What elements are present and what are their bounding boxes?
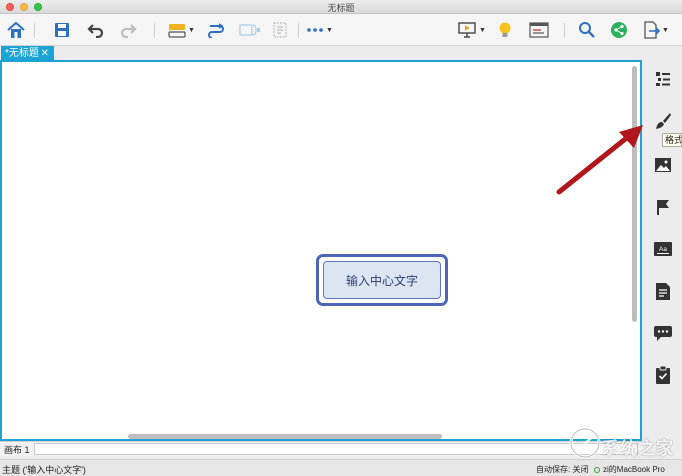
window-title: 无标题 bbox=[327, 3, 355, 13]
boundary-button[interactable] bbox=[272, 20, 290, 40]
summary-button[interactable] bbox=[239, 20, 261, 40]
status-autosave[interactable]: 自动保存: 关闭 bbox=[536, 464, 588, 475]
image-icon bbox=[655, 158, 671, 172]
paintbrush-icon bbox=[656, 113, 671, 129]
status-topic: 主题 ('输入中心文字') bbox=[2, 465, 86, 475]
mindmap-canvas[interactable]: 输入中心文字 bbox=[0, 60, 642, 441]
central-topic-label: 输入中心文字 bbox=[323, 261, 441, 299]
style-panel-button[interactable]: Aa bbox=[654, 240, 672, 258]
outline-view-icon bbox=[529, 22, 549, 38]
svg-text:Aa: Aa bbox=[659, 246, 667, 253]
chevron-down-icon: ▼ bbox=[662, 26, 669, 34]
more-icon bbox=[307, 28, 323, 32]
watermark-logo-icon bbox=[569, 427, 601, 459]
share-icon bbox=[611, 22, 627, 38]
sheet-tab-area bbox=[34, 443, 638, 455]
clipboard-check-icon bbox=[656, 366, 670, 384]
chevron-down-icon: ▼ bbox=[479, 26, 486, 34]
sheet-tab-bar: 画布 1 bbox=[0, 441, 642, 456]
notes-icon bbox=[656, 282, 670, 300]
document-tab-label: *无标题 bbox=[5, 48, 39, 59]
undo-icon bbox=[87, 24, 104, 38]
lightbulb-icon bbox=[499, 22, 511, 37]
export-icon bbox=[644, 21, 660, 39]
outline-panel-button[interactable] bbox=[654, 70, 672, 88]
outline-button[interactable] bbox=[529, 20, 549, 40]
share-button[interactable] bbox=[610, 20, 628, 40]
title-bar: 无标题 bbox=[0, 0, 682, 14]
presentation-icon bbox=[458, 22, 476, 38]
chevron-down-icon: ▼ bbox=[188, 26, 195, 34]
comment-panel-button[interactable] bbox=[654, 324, 672, 342]
home-icon bbox=[7, 21, 25, 38]
save-icon bbox=[55, 23, 69, 37]
central-topic[interactable]: 输入中心文字 bbox=[316, 254, 448, 306]
status-dot-icon bbox=[594, 467, 600, 473]
idea-button[interactable] bbox=[497, 20, 513, 40]
watermark-text: 系统之家 bbox=[602, 439, 674, 458]
red-arrow-annotation bbox=[556, 125, 643, 195]
text-style-icon: Aa bbox=[654, 242, 672, 256]
flag-icon bbox=[657, 200, 669, 215]
redo-button[interactable] bbox=[119, 20, 137, 40]
topic-icon bbox=[168, 24, 186, 38]
watermark: 系统之家 bbox=[568, 426, 680, 462]
chevron-down-icon: ▼ bbox=[326, 26, 333, 34]
toolbar: ▼ ▼ ▼ ▼ bbox=[0, 14, 682, 46]
horizontal-scrollbar[interactable] bbox=[128, 434, 442, 439]
document-tab-strip: *无标题 ✕ bbox=[0, 46, 682, 61]
status-device-label: zi的MacBook Pro bbox=[603, 465, 665, 474]
outline-list-icon bbox=[656, 72, 670, 86]
more-button[interactable]: ▼ bbox=[306, 20, 333, 40]
comment-icon bbox=[654, 326, 672, 341]
search-icon bbox=[579, 22, 595, 38]
undo-button[interactable] bbox=[87, 20, 105, 40]
save-button[interactable] bbox=[54, 20, 70, 40]
redo-icon bbox=[120, 24, 137, 38]
image-panel-button[interactable] bbox=[654, 156, 672, 174]
home-button[interactable] bbox=[6, 20, 26, 40]
relationship-icon bbox=[208, 23, 224, 38]
marker-panel-button[interactable] bbox=[654, 198, 672, 216]
boundary-icon bbox=[273, 22, 287, 38]
document-tab[interactable]: *无标题 ✕ bbox=[1, 46, 54, 61]
export-button[interactable]: ▼ bbox=[642, 20, 669, 40]
notes-panel-button[interactable] bbox=[654, 282, 672, 300]
format-tooltip: 格式 bbox=[662, 133, 682, 147]
search-button[interactable] bbox=[578, 20, 596, 40]
summary-icon bbox=[239, 24, 260, 36]
relationship-button[interactable] bbox=[207, 20, 225, 40]
sheet-tab[interactable]: 画布 1 bbox=[4, 443, 30, 456]
presentation-button[interactable]: ▼ bbox=[457, 20, 486, 40]
close-icon[interactable]: ✕ bbox=[41, 46, 49, 61]
right-sidebar: Aa bbox=[642, 60, 682, 461]
status-device: zi的MacBook Pro bbox=[594, 464, 665, 475]
insert-topic-button[interactable]: ▼ bbox=[168, 20, 195, 40]
task-panel-button[interactable] bbox=[654, 366, 672, 384]
format-panel-button[interactable] bbox=[654, 112, 672, 130]
